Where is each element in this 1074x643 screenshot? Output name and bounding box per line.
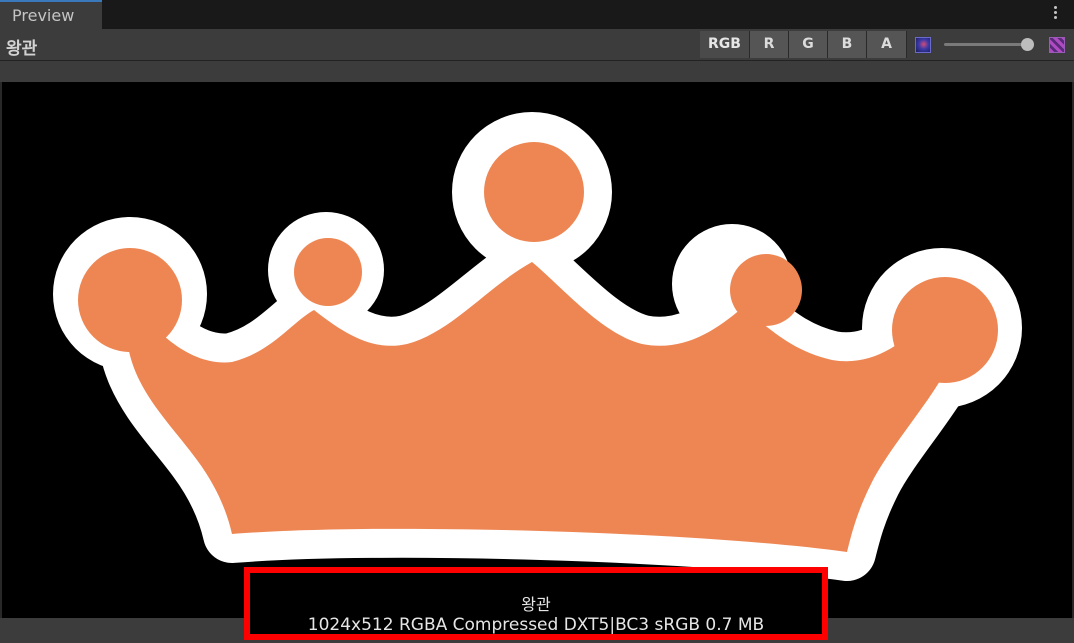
preview-window: Preview 왕관 RGB R G B A 왕관 1024x512 RGBA … — [0, 0, 1074, 643]
mip-low-icon — [915, 37, 931, 53]
texture-details: 1024x512 RGBA Compressed DXT5|BC3 sRGB 0… — [307, 615, 765, 635]
channel-b-button[interactable]: B — [828, 31, 867, 58]
channel-rgb-button[interactable]: RGB — [700, 31, 750, 58]
tab-preview-label: Preview — [12, 6, 75, 25]
texture-info-label: 왕관 1024x512 RGBA Compressed DXT5|BC3 sRG… — [244, 567, 828, 640]
mip-level-slider-thumb[interactable] — [1021, 38, 1034, 51]
toolbar-spacer — [0, 61, 1074, 82]
asset-title: 왕관 — [6, 39, 38, 59]
channel-r-button[interactable]: R — [750, 31, 789, 58]
tab-preview[interactable]: Preview — [0, 0, 102, 29]
preview-toolbar: 왕관 RGB R G B A — [0, 29, 1074, 61]
texture-preview-area[interactable] — [2, 82, 1072, 618]
crown-image — [53, 112, 1022, 581]
channel-g-button[interactable]: G — [789, 31, 828, 58]
tab-bar: Preview — [0, 0, 1074, 29]
channel-a-button[interactable]: A — [867, 31, 907, 58]
kebab-menu-icon[interactable] — [1054, 6, 1058, 22]
texture-name: 왕관 — [521, 595, 551, 614]
mip-high-icon — [1049, 37, 1065, 53]
